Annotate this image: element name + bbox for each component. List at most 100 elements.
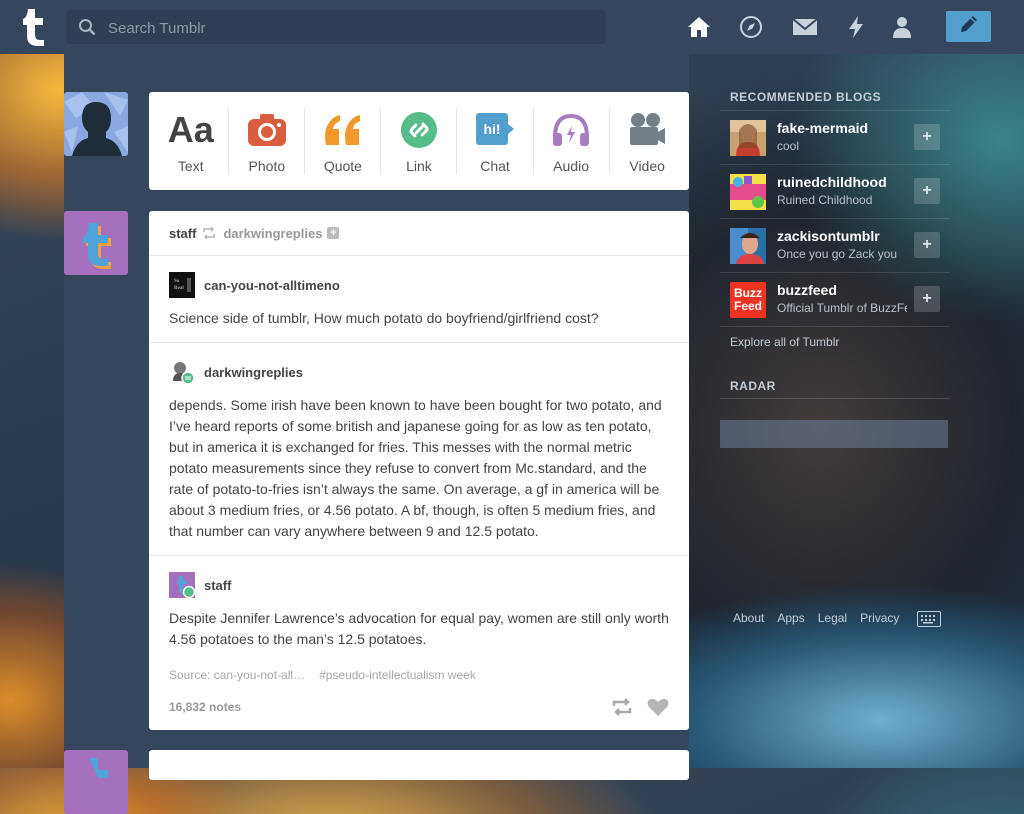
follow-button[interactable]: +: [914, 124, 940, 150]
tumblr-logo-icon[interactable]: [16, 7, 52, 47]
post-type-selector: Aa Text Photo Quote Link hi! Chat Audio: [149, 92, 689, 190]
follow-plus-icon[interactable]: +: [327, 227, 340, 239]
chat-icon: hi!: [465, 108, 525, 152]
divider: [228, 108, 230, 174]
headphones-icon: [541, 108, 601, 152]
thread-author-name[interactable]: can-you-not-alltimeno: [204, 278, 340, 293]
blog-name[interactable]: buzzfeed: [777, 282, 837, 298]
source-tags-row: Source: can-you-not-all… #pseudo-intelle…: [169, 668, 669, 682]
post-card: staff darkwingreplies + So Real can-you-n…: [149, 211, 689, 730]
search-input[interactable]: [106, 10, 590, 46]
post-type-chat[interactable]: hi! Chat: [465, 108, 525, 174]
reblog-icon[interactable]: [611, 698, 633, 716]
divider: [456, 108, 458, 174]
post-tag[interactable]: #pseudo-intellectualism week: [319, 668, 476, 682]
reblogged-from-link[interactable]: darkwingreplies: [223, 226, 322, 241]
post-type-audio[interactable]: Audio: [541, 108, 601, 174]
buzzfeed-logo-text: Buzz Feed: [733, 286, 762, 313]
thread-author-row: darkwingreplies: [169, 359, 669, 385]
footer-apps-link[interactable]: Apps: [777, 611, 804, 625]
camera-icon: [237, 108, 297, 152]
compose-button[interactable]: [946, 11, 991, 42]
account-icon[interactable]: [889, 14, 915, 40]
footer-legal-link[interactable]: Legal: [818, 611, 847, 625]
blog-description: cool: [777, 139, 800, 153]
post-type-photo[interactable]: Photo: [237, 108, 297, 174]
thread-author-name[interactable]: staff: [204, 578, 231, 593]
blog-avatar[interactable]: [730, 120, 766, 156]
search-icon: [78, 18, 96, 41]
follow-button[interactable]: +: [914, 178, 940, 204]
quote-icon: [313, 108, 373, 152]
divider: [380, 108, 382, 174]
blog-avatar[interactable]: [730, 174, 766, 210]
author-avatar[interactable]: [169, 359, 195, 385]
author-avatar[interactable]: [169, 572, 196, 599]
post-footer: 16,832 notes: [169, 698, 669, 716]
link-icon: [389, 108, 449, 152]
blog-name[interactable]: zackisontumblr: [777, 228, 880, 244]
footer-about-link[interactable]: About: [733, 611, 764, 625]
divider: [720, 326, 950, 327]
thread-author-name[interactable]: darkwingreplies: [204, 365, 303, 380]
footer-links: About Apps Legal Privacy: [733, 611, 912, 625]
radar-post-preview[interactable]: [720, 420, 948, 448]
svg-text:hi!: hi!: [483, 121, 500, 137]
text-post-icon: Aa: [167, 109, 214, 150]
inbox-icon[interactable]: [792, 14, 818, 40]
divider: [304, 108, 306, 174]
blog-name[interactable]: ruinedchildhood: [777, 174, 887, 190]
post-type-text[interactable]: Aa Text: [161, 108, 221, 174]
divider: [720, 398, 950, 399]
user-avatar[interactable]: [64, 92, 128, 156]
blog-description: Official Tumblr of BuzzFeed: [777, 301, 907, 315]
radar-heading: RADAR: [730, 379, 776, 393]
blog-description: Ruined Childhood: [777, 193, 873, 207]
thread-entry: So Real can-you-not-alltimeno Science sid…: [149, 255, 689, 342]
keyboard-shortcuts-icon[interactable]: [917, 611, 941, 627]
author-avatar[interactable]: So Real: [169, 272, 195, 298]
divider: [532, 108, 534, 174]
svg-text:Real: Real: [174, 286, 184, 291]
post-type-quote[interactable]: Quote: [313, 108, 373, 174]
recommended-blogs-heading: RECOMMENDED BLOGS: [730, 90, 882, 104]
recommended-blogs-list: fake-mermaid cool + ruinedchildhood Ruin…: [720, 110, 950, 327]
reblogger-link[interactable]: staff: [169, 226, 196, 241]
blog-name[interactable]: fake-mermaid: [777, 120, 868, 136]
blog-description: Once you go Zack you: [777, 247, 898, 261]
post-type-link[interactable]: Link: [389, 108, 449, 174]
notes-count[interactable]: 16,832 notes: [169, 700, 241, 714]
thread-author-row: staff: [169, 572, 669, 599]
source-link[interactable]: Source: can-you-not-all…: [169, 668, 305, 682]
thread-entry: staff Despite Jennifer Lawrence’s advoca…: [149, 555, 689, 682]
recommended-blog-item[interactable]: zackisontumblr Once you go Zack you +: [720, 218, 950, 272]
post-header: staff darkwingreplies +: [149, 211, 689, 255]
explore-link[interactable]: Explore all of Tumblr: [730, 335, 839, 349]
video-camera-icon: [617, 108, 677, 152]
post-type-video[interactable]: Video: [617, 108, 677, 174]
reblog-icon: [202, 227, 216, 239]
thread-text: depends. Some irish have been known to h…: [169, 397, 662, 539]
footer-privacy-link[interactable]: Privacy: [860, 611, 899, 625]
like-heart-icon[interactable]: [647, 698, 669, 717]
next-post-avatar[interactable]: [64, 750, 128, 814]
blog-avatar[interactable]: [730, 228, 766, 264]
recommended-blog-item[interactable]: Buzz Feed buzzfeed Official Tumblr of Bu…: [720, 272, 950, 326]
buzzfeed-logo[interactable]: Buzz Feed: [730, 282, 766, 318]
thread-author-row: So Real can-you-not-alltimeno: [169, 272, 669, 298]
pencil-icon: [959, 14, 979, 39]
next-post-card: [149, 750, 689, 780]
thread-text: Despite Jennifer Lawrence’s advocation f…: [169, 610, 669, 647]
home-icon[interactable]: [686, 14, 712, 40]
activity-icon[interactable]: [843, 14, 869, 40]
follow-button[interactable]: +: [914, 232, 940, 258]
svg-text:So: So: [174, 279, 180, 284]
follow-button[interactable]: +: [914, 286, 940, 312]
recommended-blog-item[interactable]: ruinedchildhood Ruined Childhood +: [720, 164, 950, 218]
search-bar[interactable]: [66, 10, 606, 46]
recommended-blog-item[interactable]: fake-mermaid cool +: [720, 110, 950, 164]
thread-text: Science side of tumblr, How much potato …: [169, 310, 599, 326]
top-navigation-bar: [0, 0, 1024, 54]
explore-icon[interactable]: [738, 14, 764, 40]
staff-avatar[interactable]: [64, 211, 128, 275]
